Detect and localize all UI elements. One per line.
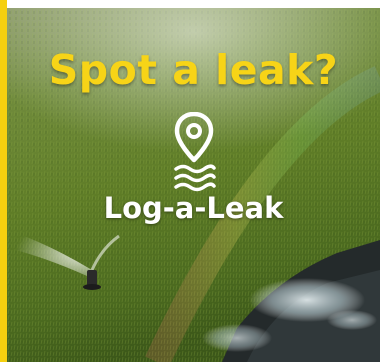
map-pin-water-icon bbox=[174, 112, 216, 192]
lawn-sprinkler-photo: Spot a leak? Log-a-Leak bbox=[7, 8, 380, 362]
accent-bar bbox=[0, 0, 7, 362]
headline: Spot a leak? bbox=[48, 46, 339, 94]
promo-card: Spot a leak? Log-a-Leak bbox=[0, 0, 380, 362]
logo-text: Log-a-Leak bbox=[103, 191, 284, 225]
